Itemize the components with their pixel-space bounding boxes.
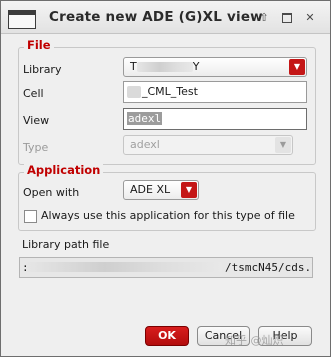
type-value: adexl bbox=[130, 138, 160, 151]
window-icon bbox=[8, 10, 36, 29]
watermark: 知乎 @灿炽 bbox=[225, 334, 284, 347]
type-label: Type bbox=[23, 141, 49, 154]
always-use-label[interactable]: Always use this application for this typ… bbox=[41, 209, 295, 222]
shade-icon[interactable]: ⇧ bbox=[257, 11, 271, 25]
chevron-down-icon: ▼ bbox=[289, 59, 305, 75]
application-group: Application Open with ADE XL ▼ Always us… bbox=[18, 163, 316, 231]
redacted-region bbox=[136, 62, 193, 72]
file-group: File Library T Y ▼ Cell _CML_Test View ad… bbox=[18, 38, 316, 165]
create-adexl-view-dialog: Create new ADE (G)XL view ⇧ ✕ File Libra… bbox=[0, 0, 331, 357]
window-title: Create new ADE (G)XL view bbox=[49, 9, 263, 25]
library-path-value: /tsmcN45/cds.lib bbox=[225, 261, 312, 274]
cell-label: Cell bbox=[23, 87, 44, 100]
title-bar[interactable]: Create new ADE (G)XL view ⇧ ✕ bbox=[1, 1, 330, 34]
library-label: Library bbox=[23, 63, 62, 76]
ok-button[interactable]: OK bbox=[145, 326, 189, 346]
chevron-down-icon: ▼ bbox=[275, 137, 291, 153]
chevron-down-icon: ▼ bbox=[181, 182, 197, 198]
view-input[interactable]: adexl bbox=[123, 108, 307, 130]
redacted-region bbox=[127, 86, 141, 98]
file-group-title: File bbox=[24, 38, 54, 52]
library-value-end: Y bbox=[192, 60, 200, 73]
view-value: adexl bbox=[127, 112, 163, 125]
open-with-value: ADE XL bbox=[130, 183, 171, 196]
cell-input[interactable]: _CML_Test bbox=[123, 81, 307, 103]
type-select: adexl ▼ bbox=[123, 135, 293, 155]
library-select[interactable]: T Y ▼ bbox=[123, 57, 307, 77]
open-with-label: Open with bbox=[23, 186, 80, 199]
library-path-field: : /tsmcN45/cds.lib bbox=[19, 257, 313, 278]
redacted-region bbox=[26, 262, 222, 272]
always-use-checkbox[interactable] bbox=[24, 210, 37, 223]
maximize-icon[interactable] bbox=[280, 11, 294, 25]
open-with-select[interactable]: ADE XL ▼ bbox=[123, 180, 199, 200]
application-group-title: Application bbox=[24, 163, 104, 177]
library-path-label: Library path file bbox=[22, 238, 110, 251]
library-value-start: T bbox=[130, 60, 137, 73]
cell-value: _CML_Test bbox=[142, 85, 198, 98]
close-icon[interactable]: ✕ bbox=[303, 11, 317, 25]
view-label: View bbox=[23, 114, 50, 127]
